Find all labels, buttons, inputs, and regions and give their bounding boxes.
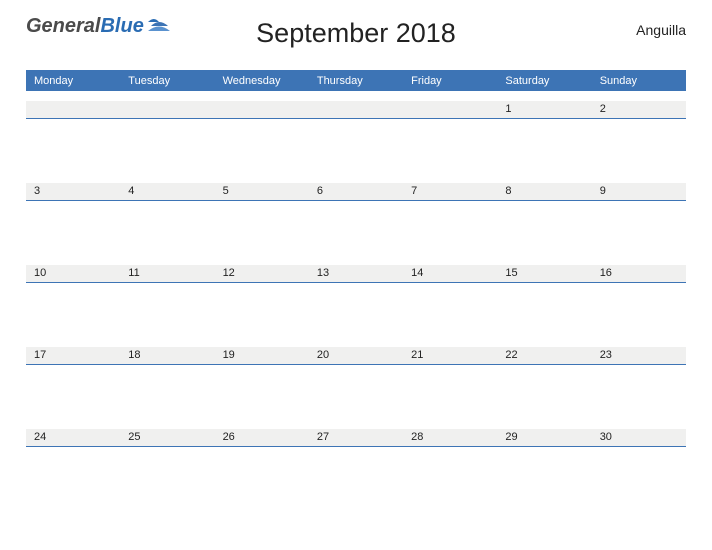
region-label: Anguilla bbox=[636, 22, 686, 38]
day-cell: 30 bbox=[592, 429, 686, 501]
day-header: Friday bbox=[403, 75, 497, 87]
day-header: Tuesday bbox=[120, 75, 214, 87]
day-cell: 16 bbox=[592, 265, 686, 337]
day-cell: 18 bbox=[120, 347, 214, 419]
day-number: 8 bbox=[497, 183, 591, 201]
day-header-row: Monday Tuesday Wednesday Thursday Friday… bbox=[26, 70, 686, 91]
day-number bbox=[215, 101, 309, 119]
day-number: 3 bbox=[26, 183, 120, 201]
day-number: 24 bbox=[26, 429, 120, 447]
week-row: 3 4 5 6 7 8 9 bbox=[26, 183, 686, 255]
week-row: 17 18 19 20 21 22 23 bbox=[26, 347, 686, 419]
day-number: 26 bbox=[215, 429, 309, 447]
day-number: 6 bbox=[309, 183, 403, 201]
day-cell: 25 bbox=[120, 429, 214, 501]
day-number: 1 bbox=[497, 101, 591, 119]
day-cell: 12 bbox=[215, 265, 309, 337]
day-header: Wednesday bbox=[215, 75, 309, 87]
week-row: 1 2 bbox=[26, 101, 686, 173]
day-number: 19 bbox=[215, 347, 309, 365]
day-number: 29 bbox=[497, 429, 591, 447]
day-cell: 11 bbox=[120, 265, 214, 337]
day-cell bbox=[309, 101, 403, 173]
header: GeneralBlue September 2018 Anguilla bbox=[26, 8, 686, 64]
day-number: 27 bbox=[309, 429, 403, 447]
day-cell: 5 bbox=[215, 183, 309, 255]
day-number: 28 bbox=[403, 429, 497, 447]
day-cell bbox=[215, 101, 309, 173]
day-number: 2 bbox=[592, 101, 686, 119]
day-cell: 28 bbox=[403, 429, 497, 501]
day-number: 17 bbox=[26, 347, 120, 365]
calendar-title: September 2018 bbox=[26, 18, 686, 49]
day-cell: 4 bbox=[120, 183, 214, 255]
day-cell: 3 bbox=[26, 183, 120, 255]
day-number bbox=[26, 101, 120, 119]
day-cell: 6 bbox=[309, 183, 403, 255]
day-number bbox=[309, 101, 403, 119]
day-number: 10 bbox=[26, 265, 120, 283]
day-number: 22 bbox=[497, 347, 591, 365]
day-header: Monday bbox=[26, 75, 120, 87]
day-number: 23 bbox=[592, 347, 686, 365]
day-cell: 15 bbox=[497, 265, 591, 337]
day-number: 9 bbox=[592, 183, 686, 201]
day-cell: 26 bbox=[215, 429, 309, 501]
day-number bbox=[403, 101, 497, 119]
day-number bbox=[120, 101, 214, 119]
day-number: 20 bbox=[309, 347, 403, 365]
day-cell: 10 bbox=[26, 265, 120, 337]
day-cell: 19 bbox=[215, 347, 309, 419]
day-number: 12 bbox=[215, 265, 309, 283]
day-number: 5 bbox=[215, 183, 309, 201]
day-cell: 24 bbox=[26, 429, 120, 501]
day-cell: 29 bbox=[497, 429, 591, 501]
day-cell: 13 bbox=[309, 265, 403, 337]
week-row: 24 25 26 27 28 29 30 bbox=[26, 429, 686, 501]
day-header: Thursday bbox=[309, 75, 403, 87]
day-cell: 22 bbox=[497, 347, 591, 419]
day-number: 11 bbox=[120, 265, 214, 283]
day-cell: 23 bbox=[592, 347, 686, 419]
day-number: 18 bbox=[120, 347, 214, 365]
day-cell: 1 bbox=[497, 101, 591, 173]
day-cell: 8 bbox=[497, 183, 591, 255]
day-cell bbox=[120, 101, 214, 173]
day-number: 25 bbox=[120, 429, 214, 447]
day-cell bbox=[403, 101, 497, 173]
day-cell: 14 bbox=[403, 265, 497, 337]
day-number: 14 bbox=[403, 265, 497, 283]
day-cell bbox=[26, 101, 120, 173]
day-header: Saturday bbox=[497, 75, 591, 87]
day-number: 16 bbox=[592, 265, 686, 283]
day-cell: 21 bbox=[403, 347, 497, 419]
day-cell: 17 bbox=[26, 347, 120, 419]
day-cell: 20 bbox=[309, 347, 403, 419]
day-number: 4 bbox=[120, 183, 214, 201]
week-row: 10 11 12 13 14 15 16 bbox=[26, 265, 686, 337]
day-number: 15 bbox=[497, 265, 591, 283]
day-number: 7 bbox=[403, 183, 497, 201]
day-number: 21 bbox=[403, 347, 497, 365]
day-cell: 2 bbox=[592, 101, 686, 173]
day-number: 13 bbox=[309, 265, 403, 283]
day-cell: 7 bbox=[403, 183, 497, 255]
day-cell: 9 bbox=[592, 183, 686, 255]
day-cell: 27 bbox=[309, 429, 403, 501]
day-number: 30 bbox=[592, 429, 686, 447]
day-header: Sunday bbox=[592, 75, 686, 87]
